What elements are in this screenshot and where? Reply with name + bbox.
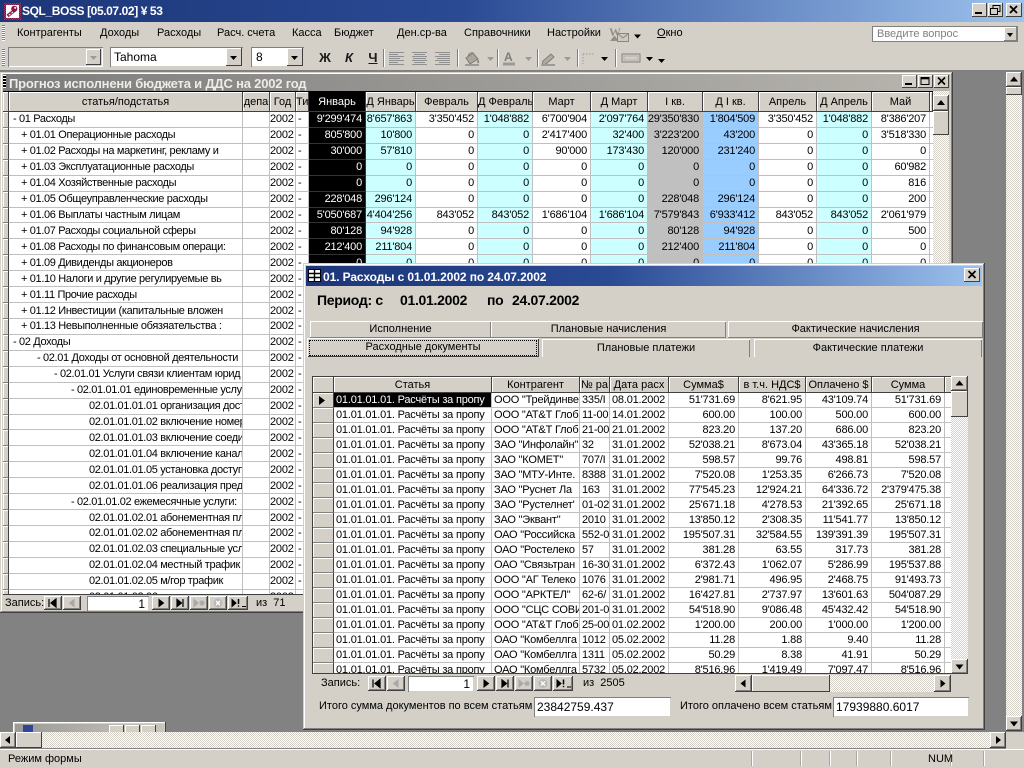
svg-text:А: А [504,50,513,64]
